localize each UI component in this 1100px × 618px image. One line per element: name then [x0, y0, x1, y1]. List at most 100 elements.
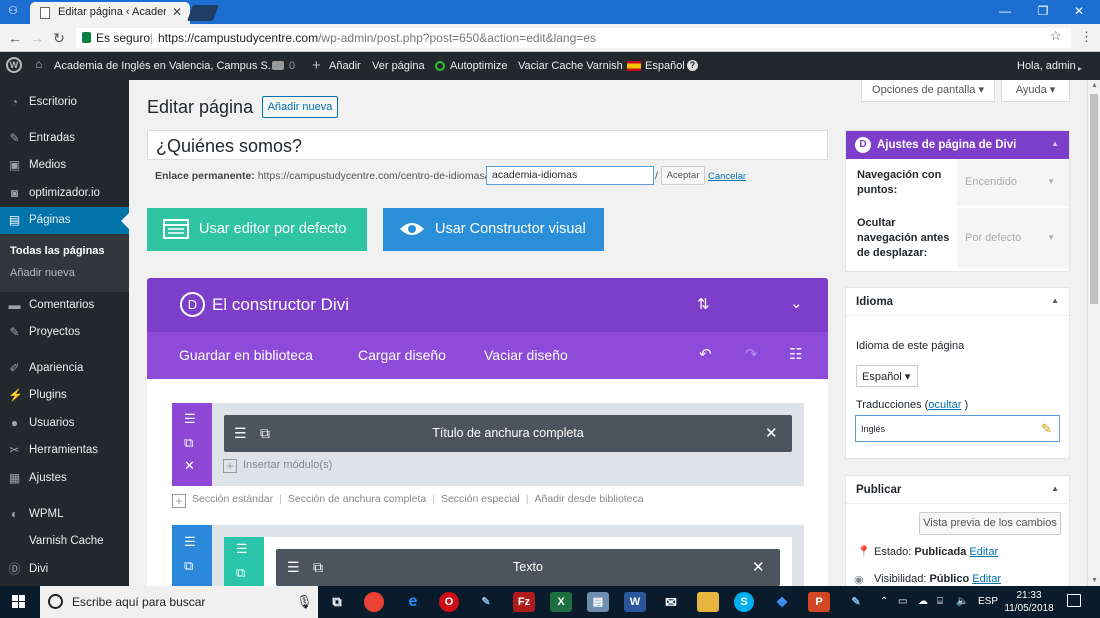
varnish-purge-link[interactable]: Vaciar Cache Varnish: [518, 60, 623, 72]
section-handle[interactable]: ☰ ⧉ ✕: [172, 403, 212, 486]
submenu-add-new[interactable]: Añadir nueva: [10, 267, 75, 279]
edit-status-link[interactable]: Editar: [969, 546, 998, 558]
duplicate-icon[interactable]: ⧉: [184, 435, 193, 451]
delete-icon[interactable]: ✕: [184, 458, 195, 474]
view-page-link[interactable]: Ver página: [372, 60, 425, 72]
sidebar-item-comentarios[interactable]: ▬ Comentarios: [0, 292, 129, 319]
scroll-down-icon[interactable]: ▼: [1091, 577, 1098, 584]
post-title-input[interactable]: ¿Quiénes somos?: [147, 130, 828, 160]
url-input[interactable]: Es seguro | https://campustudycentre.com…: [76, 28, 1071, 48]
clear-layout-button[interactable]: Vaciar diseño: [484, 347, 568, 363]
collapse-icon[interactable]: ▲: [1051, 484, 1059, 493]
sidebar-item-divi[interactable]: Ⓓ Divi: [0, 556, 129, 583]
language-switcher[interactable]: Español: [645, 60, 685, 72]
bookmark-star-icon[interactable]: ☆: [1050, 28, 1062, 44]
task-view-icon[interactable]: ⧉: [326, 592, 348, 612]
back-icon[interactable]: ←: [6, 30, 24, 46]
add-from-library[interactable]: Añadir desde biblioteca: [534, 493, 643, 505]
duplicate-icon[interactable]: ⧉: [236, 565, 245, 581]
sidebar-item-varnish[interactable]: Varnish Cache: [0, 528, 129, 555]
hide-translations-link[interactable]: ocultar: [928, 399, 961, 411]
duplicate-icon[interactable]: ⧉: [184, 558, 193, 574]
move-handle-icon[interactable]: ☰: [184, 534, 196, 550]
use-default-editor-button[interactable]: Usar editor por defecto: [147, 208, 367, 251]
collapse-icon[interactable]: ▲: [1051, 296, 1059, 305]
help-button[interactable]: Ayuda ▾: [1001, 80, 1070, 102]
browser-profile-icon[interactable]: ⚇: [6, 4, 20, 18]
hide-nav-select[interactable]: Por defecto ▼: [957, 208, 1069, 268]
filezilla-icon[interactable]: Fz: [513, 592, 535, 612]
tab-close-icon[interactable]: ✕: [172, 5, 182, 19]
close-window-icon[interactable]: ✕: [1064, 2, 1094, 20]
slug-input[interactable]: academia-idiomas: [486, 166, 654, 185]
use-visual-builder-button[interactable]: Usar Constructor visual: [383, 208, 604, 251]
add-specialty-section[interactable]: Sección especial: [441, 493, 520, 505]
edge-icon[interactable]: e: [402, 592, 424, 612]
sidebar-item-escritorio[interactable]: ◔ Escritorio: [0, 89, 129, 116]
comments-count[interactable]: 0: [289, 60, 295, 72]
user-greeting[interactable]: Hola, admin: [1017, 60, 1076, 72]
sidebar-item-apariencia[interactable]: ✐ Apariencia: [0, 355, 129, 382]
minimize-icon[interactable]: —: [990, 2, 1020, 20]
word-icon[interactable]: W: [624, 592, 646, 612]
site-name-link[interactable]: Academia de Inglés en Valencia, Campus S…: [54, 60, 277, 72]
collapse-icon[interactable]: ▲: [1051, 139, 1059, 148]
load-layout-button[interactable]: Cargar diseño: [358, 347, 446, 363]
scroll-up-icon[interactable]: ▲: [1091, 82, 1098, 89]
notifications-icon[interactable]: [1067, 594, 1081, 607]
sidebar-item-wpml[interactable]: ◐ WPML: [0, 501, 129, 528]
sidebar-item-ajustes[interactable]: ▦ Ajustes: [0, 465, 129, 492]
skype-icon[interactable]: S: [734, 592, 754, 612]
windows-start-icon[interactable]: [12, 595, 26, 609]
network-icon[interactable]: ⌸: [937, 596, 943, 607]
sidebar-item-medios[interactable]: ▣ Medios: [0, 152, 129, 179]
powerpoint-icon[interactable]: P: [808, 592, 830, 612]
volume-icon[interactable]: 🔈: [956, 596, 968, 607]
browser-menu-icon[interactable]: ⋮: [1080, 29, 1093, 45]
divi-settings-header[interactable]: D Ajustes de página de Divi ▲: [846, 131, 1069, 159]
insert-module-button[interactable]: + Insertar módulo(s): [223, 459, 332, 473]
new-tab-button[interactable]: [187, 5, 219, 21]
system-clock[interactable]: 21:33 11/05/2018: [1003, 589, 1055, 615]
screen-options-button[interactable]: Opciones de pantalla ▾: [861, 80, 995, 102]
scroll-thumb[interactable]: [1090, 94, 1098, 304]
accept-slug-button[interactable]: Aceptar: [661, 166, 705, 185]
sidebar-item-herramientas[interactable]: ✂ Herramientas: [0, 437, 129, 464]
move-handle-icon[interactable]: ☰: [184, 411, 196, 427]
save-to-library-button[interactable]: Guardar en biblioteca: [179, 347, 313, 363]
preview-changes-button[interactable]: Vista previa de los cambios: [919, 512, 1061, 535]
add-fullwidth-section[interactable]: Sección de anchura completa: [288, 493, 426, 505]
sidebar-item-entradas[interactable]: ✎ Entradas: [0, 125, 129, 152]
maximize-icon[interactable]: ❐: [1028, 2, 1058, 20]
edit-visibility-link[interactable]: Editar: [972, 573, 1001, 585]
sidebar-item-proyectos[interactable]: ✎ Proyectos: [0, 319, 129, 346]
files-icon[interactable]: ▤: [587, 592, 609, 612]
input-language[interactable]: ESP: [978, 596, 998, 607]
section-handle[interactable]: ☰ ⧉: [172, 525, 212, 586]
excel-icon[interactable]: X: [550, 592, 572, 612]
onedrive-icon[interactable]: ☁: [918, 596, 928, 607]
add-standard-section[interactable]: Sección estándar: [192, 493, 273, 505]
paint-icon[interactable]: ✎: [475, 592, 497, 612]
forward-icon[interactable]: →: [28, 30, 46, 46]
text-module[interactable]: ☰ ⧉ Texto ✕: [276, 549, 780, 586]
chrome-icon[interactable]: [364, 592, 384, 612]
history-icon[interactable]: ☷: [789, 345, 802, 363]
language-box-header[interactable]: Idioma ▲: [846, 288, 1069, 316]
wordpress-logo-icon[interactable]: W: [6, 57, 22, 73]
tray-chevron-icon[interactable]: ⌃: [880, 596, 888, 607]
browser-tab[interactable]: Editar página ‹ Academia ✕: [30, 2, 190, 24]
sidebar-item-optimizador[interactable]: ◙ optimizador.io: [0, 180, 129, 207]
sidebar-item-usuarios[interactable]: ● Usuarios: [0, 410, 129, 437]
opera-icon[interactable]: O: [439, 592, 459, 612]
microphone-icon[interactable]: 🎙: [296, 594, 313, 610]
redo-icon[interactable]: ↷: [745, 345, 758, 363]
add-new-page-button[interactable]: Añadir nueva: [262, 96, 338, 118]
dropbox-icon[interactable]: ❖: [771, 592, 793, 612]
chevron-down-icon[interactable]: ⌄: [790, 294, 803, 312]
question-icon[interactable]: ?: [687, 60, 698, 71]
row-handle[interactable]: ☰ ⧉: [224, 537, 264, 586]
taskbar-search-input[interactable]: Escribe aquí para buscar 🎙: [40, 586, 318, 618]
mail-icon[interactable]: ✉: [660, 592, 682, 612]
dot-nav-select[interactable]: Encendido ▼: [957, 159, 1069, 206]
